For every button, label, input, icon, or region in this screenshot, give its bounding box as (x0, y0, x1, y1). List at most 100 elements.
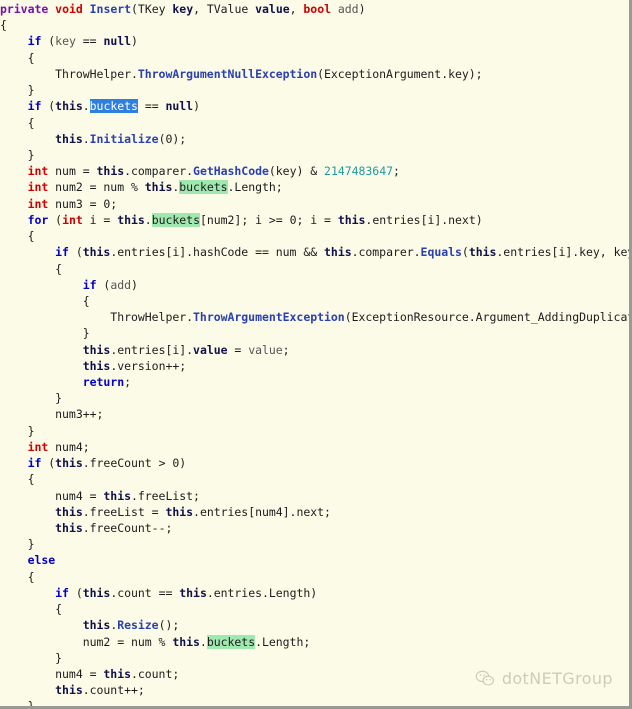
code-token: .version++; (110, 358, 187, 373)
code-token: if (55, 245, 69, 260)
code-line: if (this.count == this.entries.Length) (0, 585, 629, 601)
code-text-area[interactable]: private void Insert(TKey key, TValue val… (0, 0, 632, 706)
code-token: ( (41, 34, 56, 49)
code-token: void (55, 2, 83, 16)
code-token: (); (158, 618, 180, 633)
code-token: (ExceptionResource.Argument_AddingDuplic… (344, 310, 632, 325)
code-token: this (324, 245, 352, 260)
code-line: private void Insert(TKey key, TValue val… (0, 1, 629, 17)
code-line: { (0, 50, 629, 66)
code-token: .freeCount > 0) (82, 456, 187, 471)
code-token: . (144, 212, 152, 227)
code-token: ThrowHelper. (0, 66, 138, 81)
code-line: } (0, 82, 629, 98)
code-token: (0); (158, 131, 187, 146)
code-token: value (248, 342, 283, 357)
code-token: [num2]; i >= 0; i = (199, 212, 338, 227)
code-token: , (289, 2, 304, 16)
code-token: null (103, 34, 132, 49)
code-line: if (this.buckets == null) (0, 98, 629, 114)
code-token: Insert (89, 2, 132, 16)
code-token: private (0, 2, 49, 16)
code-line: if (key == null) (0, 33, 629, 49)
code-token: ( (461, 245, 469, 260)
code-token: if (27, 99, 42, 114)
code-line: } (0, 536, 629, 552)
code-token: ( (41, 456, 56, 471)
code-token: .entries[i].key, key)) (496, 245, 629, 260)
code-token: } (0, 147, 35, 162)
code-line: if (this.freeCount > 0) (0, 455, 629, 471)
code-token: ) (358, 2, 366, 16)
code-token: ; (124, 375, 132, 390)
code-line: { (0, 115, 629, 131)
code-token: bool (303, 2, 331, 16)
code-token: } (0, 423, 35, 438)
code-screenshot: private void Insert(TKey key, TValue val… (0, 0, 632, 709)
code-token: this (103, 666, 131, 681)
code-token: return (82, 375, 125, 390)
code-line: } (0, 325, 629, 341)
code-line: } (0, 650, 629, 666)
code-token: if (82, 277, 97, 292)
code-line: int num = this.comparer.GetHashCode(key)… (0, 163, 629, 179)
code-line: { (0, 569, 629, 585)
code-line: this.Initialize(0); (0, 131, 629, 147)
code-line: int num4; (0, 439, 629, 455)
code-token: .freeList = (82, 504, 166, 519)
code-token: ) (131, 277, 138, 292)
code-token: num4; (48, 439, 90, 454)
code-line: for (int i = this.buckets[num2]; i >= 0;… (0, 212, 629, 228)
code-line: num4 = this.freeList; (0, 488, 629, 504)
code-token: 2147483647 (324, 164, 393, 179)
code-token: ( (41, 99, 56, 114)
code-line: } (0, 390, 629, 406)
code-token: .count == (110, 585, 180, 600)
highlighted-token[interactable]: buckets (89, 99, 138, 114)
code-token: null (165, 99, 194, 114)
code-line: else (0, 552, 629, 568)
code-line: this.freeCount--; (0, 520, 629, 536)
code-line: { (0, 228, 629, 244)
code-token: num = (48, 164, 97, 179)
code-token: this (337, 212, 366, 227)
code-line: { (0, 17, 629, 33)
code-token: if (27, 456, 42, 471)
code-token: (key) & (268, 164, 325, 179)
code-token: == (75, 34, 104, 49)
code-token: .Length; (227, 180, 283, 195)
code-token: (ExceptionArgument.key); (317, 66, 483, 81)
highlighted-token[interactable]: buckets (151, 212, 200, 227)
code-token: (TKey (131, 2, 173, 16)
code-token: { (0, 293, 90, 308)
highlighted-token[interactable]: buckets (206, 634, 255, 649)
code-line: num2 = num % this.buckets.Length; (0, 634, 629, 650)
code-token: { (0, 261, 63, 276)
code-token: this (82, 358, 111, 373)
highlighted-token[interactable]: buckets (179, 180, 228, 195)
code-token: ThrowArgumentException (193, 310, 345, 325)
code-token: } (0, 83, 35, 98)
code-token: ) (131, 34, 138, 49)
code-token: { (0, 18, 7, 33)
code-token: ; (392, 164, 400, 179)
code-token: int (27, 439, 49, 454)
code-token: .freeList; (130, 488, 200, 503)
code-line: this.freeList = this.entries[num4].next; (0, 504, 629, 520)
code-token: { (0, 602, 63, 617)
code-token: { (0, 50, 35, 65)
